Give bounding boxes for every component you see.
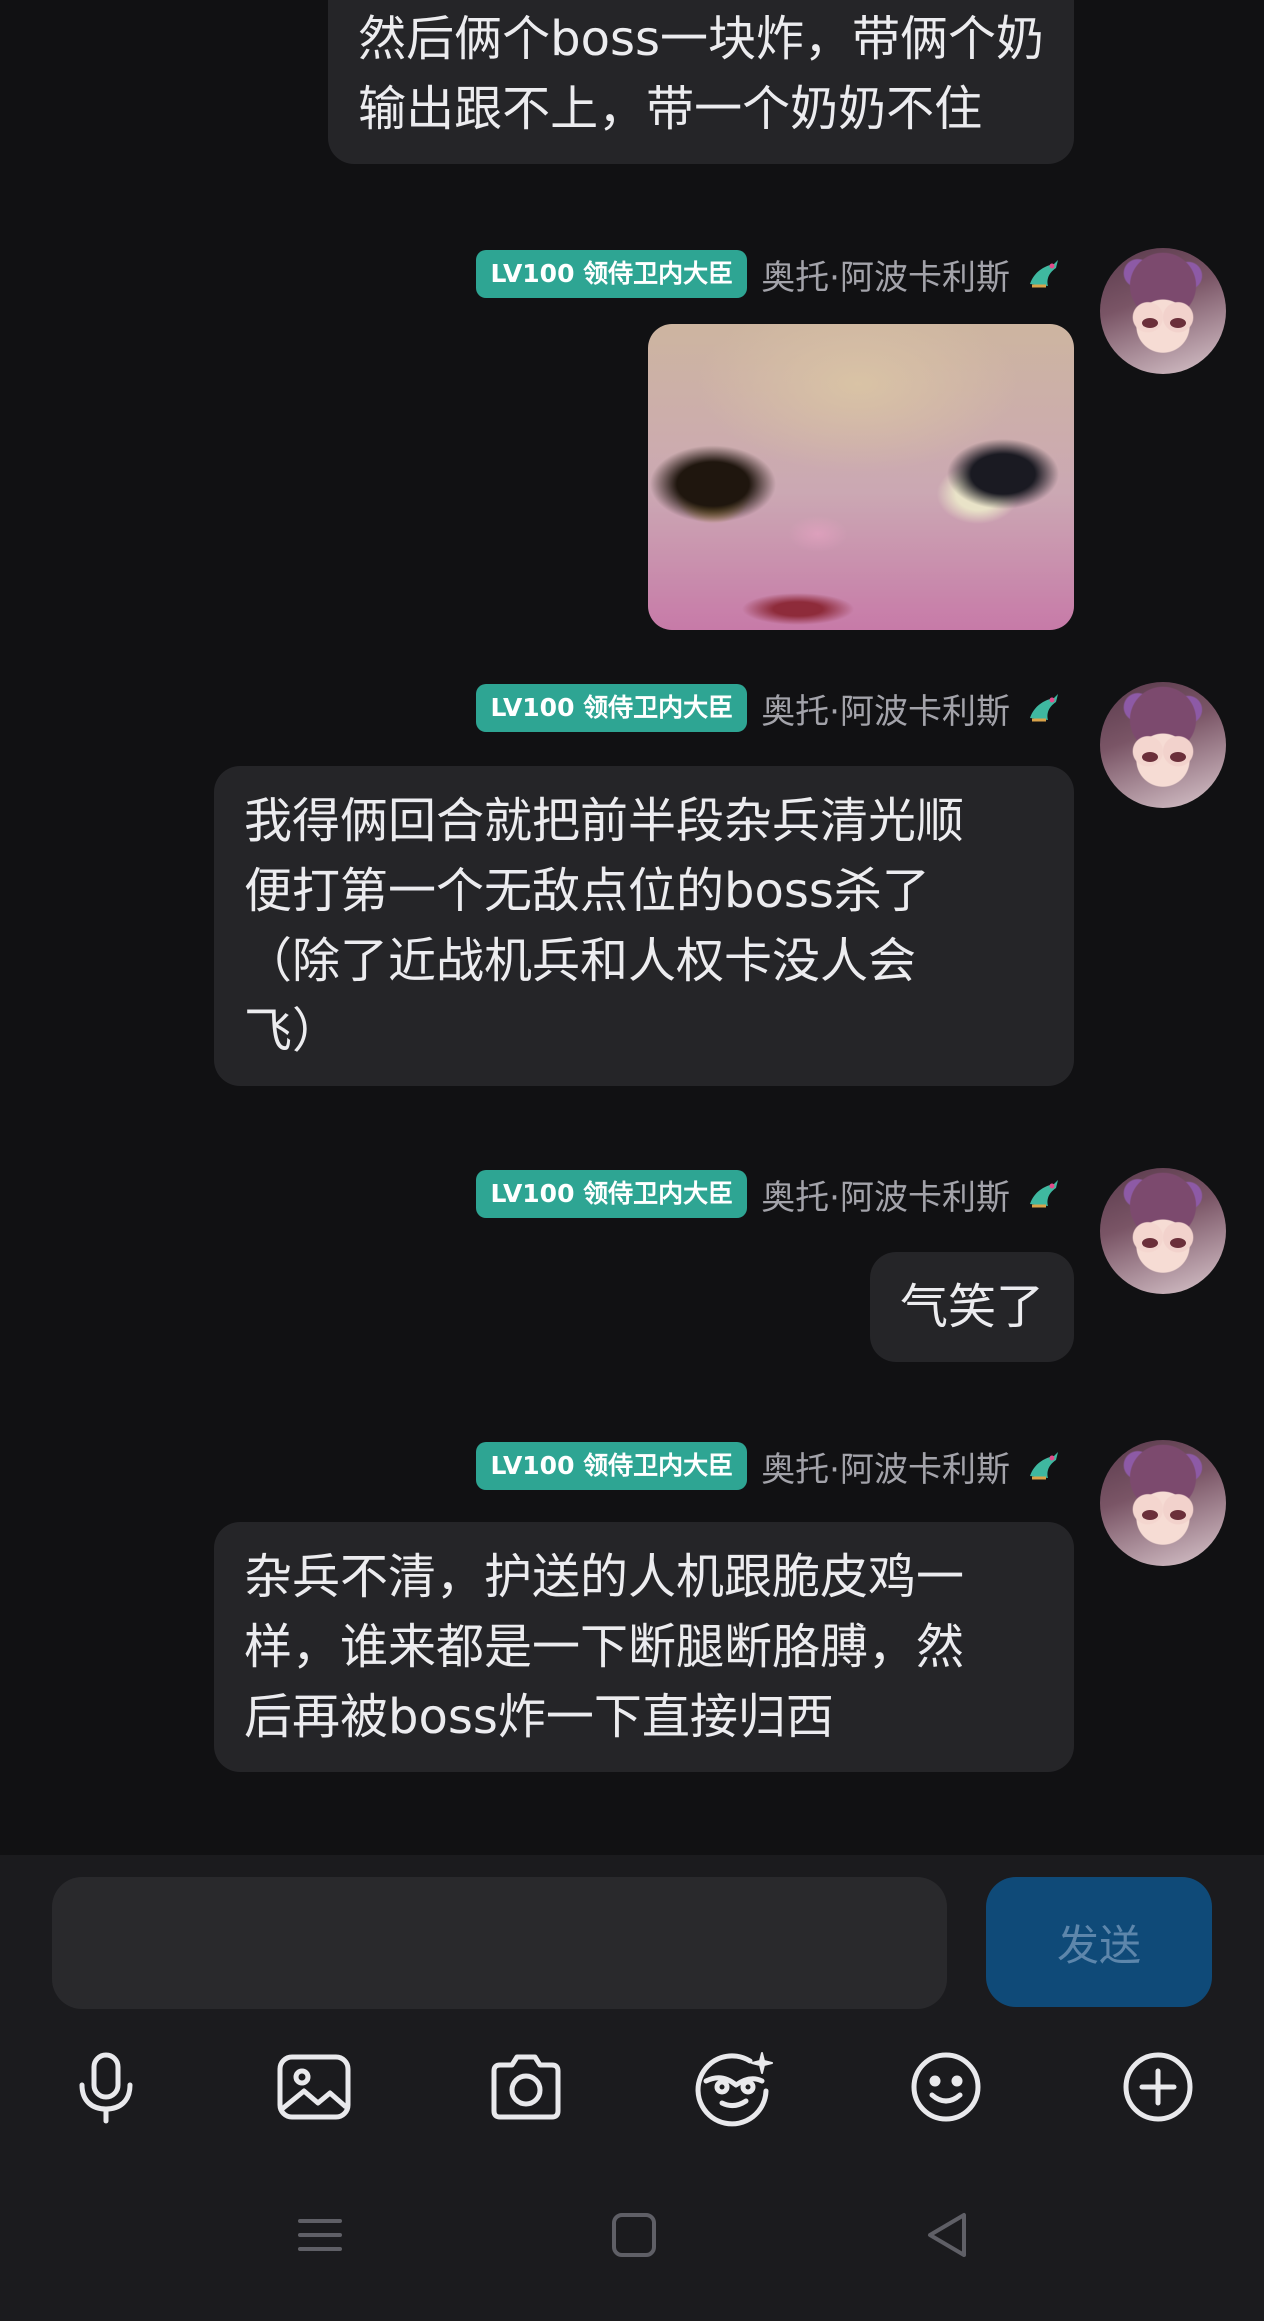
- microphone-icon[interactable]: [64, 2045, 148, 2129]
- message-bubble[interactable]: 然后俩个boss一块炸，带俩个奶 输出跟不上，带一个奶奶不住: [328, 0, 1074, 164]
- avatar[interactable]: [1100, 248, 1226, 374]
- home-icon[interactable]: [604, 2205, 664, 2265]
- sender-meta: LV100 领侍卫内大臣 奥托·阿波卡利斯: [476, 682, 1064, 734]
- avatar[interactable]: [1100, 1440, 1226, 1566]
- avatar[interactable]: [1100, 682, 1226, 808]
- image-icon[interactable]: [272, 2045, 356, 2129]
- dragon-icon: [1024, 1446, 1064, 1486]
- sticker-icon[interactable]: [692, 2045, 776, 2129]
- sender-name[interactable]: 奥托·阿波卡利斯: [761, 1170, 1010, 1219]
- message-bubble[interactable]: 杂兵不清，护送的人机跟脆皮鸡一 样，谁来都是一下断腿断胳膊，然 后再被boss炸…: [214, 1522, 1074, 1772]
- message-input[interactable]: [52, 1877, 947, 2009]
- plus-icon[interactable]: [1116, 2045, 1200, 2129]
- send-button[interactable]: 发送: [986, 1877, 1212, 2007]
- level-badge: LV100 领侍卫内大臣: [476, 1442, 748, 1490]
- dragon-icon: [1024, 1174, 1064, 1214]
- sender-meta: LV100 领侍卫内大臣 奥托·阿波卡利斯: [476, 1168, 1064, 1220]
- menu-icon[interactable]: [290, 2205, 350, 2265]
- camera-icon[interactable]: [484, 2045, 568, 2129]
- dragon-icon: [1024, 688, 1064, 728]
- level-badge: LV100 领侍卫内大臣: [476, 684, 748, 732]
- back-icon[interactable]: [918, 2205, 978, 2265]
- dragon-icon: [1024, 254, 1064, 294]
- image-message[interactable]: [648, 324, 1074, 630]
- level-badge: LV100 领侍卫内大臣: [476, 1170, 748, 1218]
- emoji-icon[interactable]: [904, 2045, 988, 2129]
- chat-area: 然后俩个boss一块炸，带俩个奶 输出跟不上，带一个奶奶不住 LV100 领侍卫…: [0, 0, 1264, 1855]
- avatar[interactable]: [1100, 1168, 1226, 1294]
- sender-meta: LV100 领侍卫内大臣 奥托·阿波卡利斯: [476, 1440, 1064, 1492]
- sender-name[interactable]: 奥托·阿波卡利斯: [761, 1442, 1010, 1491]
- sender-name[interactable]: 奥托·阿波卡利斯: [761, 250, 1010, 299]
- sender-meta: LV100 领侍卫内大臣 奥托·阿波卡利斯: [476, 248, 1064, 300]
- level-badge: LV100 领侍卫内大臣: [476, 250, 748, 298]
- sender-name[interactable]: 奥托·阿波卡利斯: [761, 684, 1010, 733]
- message-bubble[interactable]: 我得俩回合就把前半段杂兵清光顺 便打第一个无敌点位的boss杀了 （除了近战机兵…: [214, 766, 1074, 1086]
- composer-panel: 发送: [0, 1855, 1264, 2321]
- message-bubble[interactable]: 气笑了: [869, 1252, 1074, 1362]
